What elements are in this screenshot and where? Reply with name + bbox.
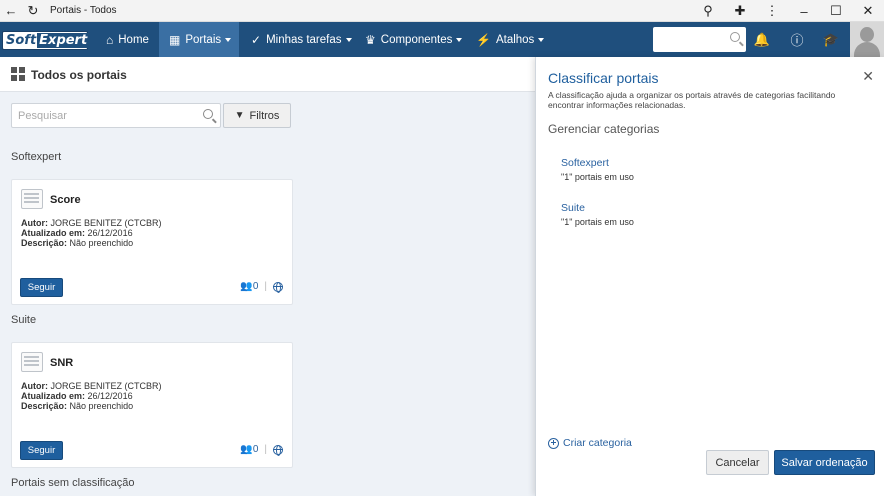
chevron-down-icon [225,37,232,42]
author-label: Autor: [21,218,48,228]
logo-text-expert: Expert [37,33,90,48]
updated-value: 26/12/2016 [87,391,133,401]
chevron-down-icon [456,37,463,42]
nav-home[interactable]: ⌂ Home [96,22,159,57]
description-label: Descrição: [21,401,68,411]
avatar[interactable] [850,22,884,57]
author-value: JORGE BENITEZ (CTCBR) [50,218,162,228]
portal-icon [21,189,43,209]
nav-atalhos-label: Atalhos [495,33,535,46]
maximize-button[interactable]: ☐ [820,0,852,22]
close-window-button[interactable]: ✕ [852,0,884,22]
category-usage-count: "1" portais em uso [561,172,634,182]
portal-card-snr[interactable]: SNR Autor: JORGE BENITEZ (CTCBR) Atualiz… [11,342,293,468]
panel-subtitle: Gerenciar categorias [548,122,660,136]
graduation-cap-icon[interactable]: 🎓 [815,22,847,57]
filter-button[interactable]: ▼ Filtros [223,103,291,128]
users-icon: 👥 [240,281,253,292]
puzzle-icon[interactable]: ✚ [724,0,756,22]
search-icon[interactable] [730,32,740,42]
author-label: Autor: [21,381,48,391]
dashboard-icon: ▦ [169,32,181,47]
nav-minhas-tarefas-label: Minhas tarefas [266,33,342,46]
nav-home-label: Home [118,33,149,46]
nav-componentes[interactable]: ♛ Componentes [355,22,472,57]
create-category-label: Criar categoria [563,437,632,449]
search-icon[interactable] [203,109,213,119]
users-icon: 👥 [240,444,253,455]
page-title: Todos os portais [31,68,127,82]
globe-icon[interactable] [273,281,283,293]
panel-description: A classificação ajuda a organizar os por… [548,90,836,110]
category-item-suite[interactable]: Suite [561,202,585,214]
dashboard-grid-icon [11,67,25,81]
section-label-suite: Suite [11,314,37,326]
follow-button[interactable]: Seguir [20,278,63,297]
chevron-down-icon [345,37,352,42]
minimize-button[interactable]: – [788,0,820,22]
nav-portais-label: Portais [185,33,222,46]
filter-button-label: Filtros [249,109,280,122]
follow-button[interactable]: Seguir [20,441,63,460]
window-titlebar: ← ↻ Portais - Todos ⚲ ✚ ⋮ – ☐ ✕ [0,0,884,22]
home-icon: ⌂ [106,32,114,47]
followers-count[interactable]: 0 [253,444,259,455]
updated-label: Atualizado em: [21,391,86,401]
bolt-icon: ⚡ [476,32,491,47]
chevron-down-icon [538,37,545,42]
portal-search-input[interactable] [11,103,221,128]
portal-card-stats: 👥 0 | [240,281,283,293]
followers-count[interactable]: 0 [253,281,259,292]
plus-circle-icon [548,437,559,449]
description-value: Não preenchido [69,401,134,411]
top-navbar: Soft Expert ⌂ Home ▦ Portais ✓ Minhas tar… [0,22,884,57]
portal-icon [21,352,43,372]
bell-icon[interactable]: 🔔 [746,22,778,57]
check-icon: ✓ [251,32,262,47]
category-usage-count: "1" portais em uso [561,217,634,227]
portal-card-stats: 👥 0 | [240,444,283,456]
nav-atalhos[interactable]: ⚡ Atalhos [466,22,554,57]
section-label-unclassified: Portais sem classificação [11,477,135,489]
create-category-link[interactable]: Criar categoria [548,437,632,449]
more-vertical-icon[interactable]: ⋮ [756,0,788,22]
category-item-softexpert[interactable]: Softexpert [561,157,609,169]
reload-icon[interactable]: ↻ [22,0,44,22]
classify-portals-panel: Classificar portais ✕ A classificação aj… [535,57,884,496]
close-icon[interactable]: ✕ [862,68,874,85]
portal-card-title[interactable]: Score [50,194,81,206]
global-search-input[interactable] [653,27,746,52]
window-title: Portais - Todos [50,5,117,16]
author-value: JORGE BENITEZ (CTCBR) [50,381,162,391]
cancel-button[interactable]: Cancelar [706,450,769,475]
logo-text-soft: Soft [6,33,37,48]
back-arrow-icon[interactable]: ← [0,0,22,22]
portal-card-title[interactable]: SNR [50,357,73,369]
updated-value: 26/12/2016 [87,228,133,238]
portal-card-meta: Autor: JORGE BENITEZ (CTCBR) Atualizado … [21,218,162,248]
nav-componentes-label: Componentes [380,33,453,46]
softexpert-logo[interactable]: Soft Expert [2,31,90,50]
nav-portais[interactable]: ▦ Portais [159,22,239,57]
description-label: Descrição: [21,238,68,248]
portal-card-meta: Autor: JORGE BENITEZ (CTCBR) Atualizado … [21,381,162,411]
section-label-softexpert: Softexpert [11,151,62,163]
filter-icon: ▼ [234,110,245,121]
panel-title: Classificar portais [548,70,659,86]
updated-label: Atualizado em: [21,228,86,238]
save-order-button[interactable]: Salvar ordenação [774,450,875,475]
help-icon[interactable]: ⓘ [781,22,813,57]
description-value: Não preenchido [69,238,134,248]
globe-icon[interactable] [273,444,283,456]
trophy-icon: ♛ [365,32,376,47]
key-icon[interactable]: ⚲ [692,0,724,22]
nav-minhas-tarefas[interactable]: ✓ Minhas tarefas [241,22,362,57]
page-header: Todos os portais [0,57,535,92]
portal-card-score[interactable]: Score Autor: JORGE BENITEZ (CTCBR) Atual… [11,179,293,305]
